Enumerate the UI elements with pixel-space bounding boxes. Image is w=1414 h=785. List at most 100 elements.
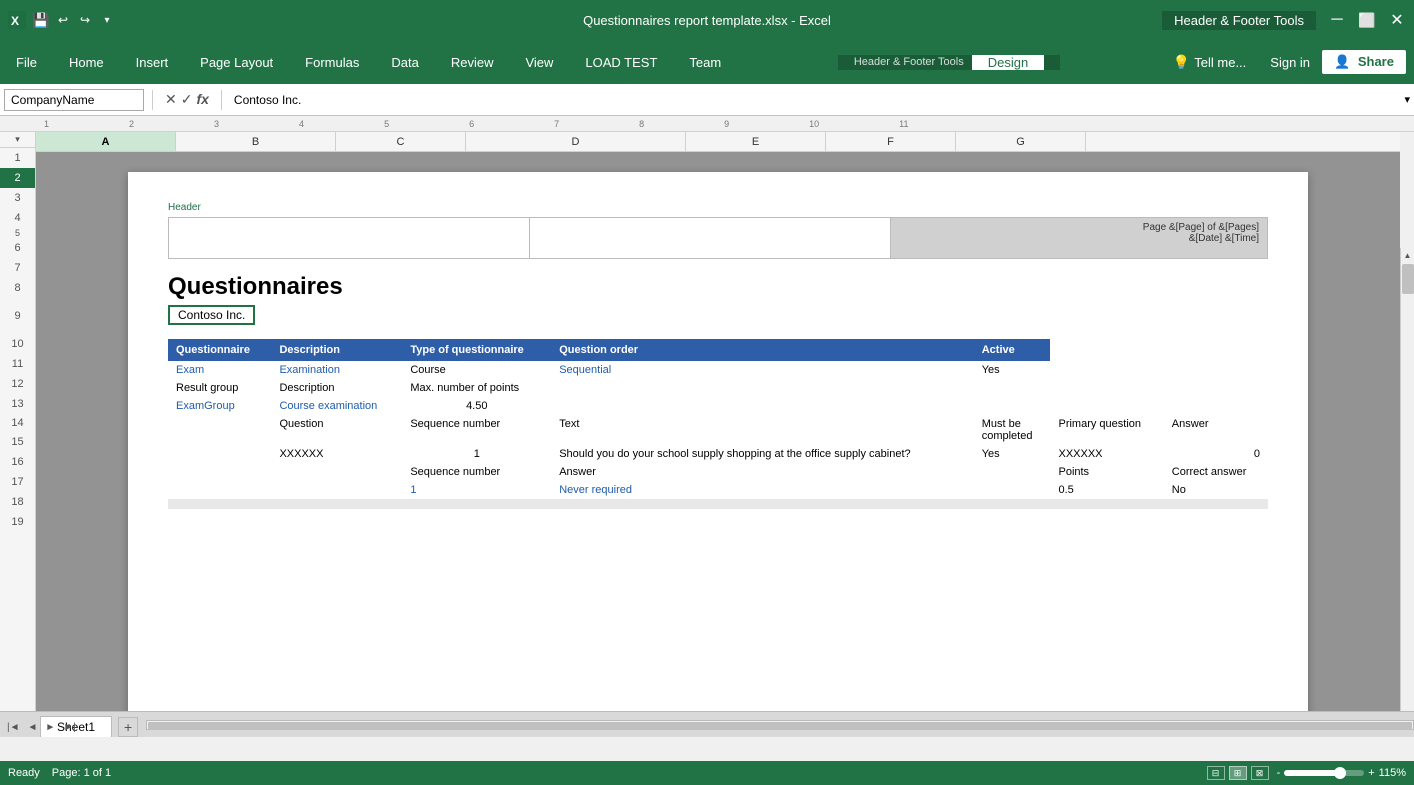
name-box[interactable] bbox=[4, 89, 144, 111]
tab-data[interactable]: Data bbox=[375, 55, 434, 70]
answer-seq-link[interactable]: 1 bbox=[410, 484, 416, 496]
col-header-g[interactable]: G bbox=[956, 132, 1086, 151]
zoom-in-btn[interactable]: + bbox=[1368, 767, 1374, 779]
sign-in-button[interactable]: Sign in bbox=[1258, 55, 1322, 70]
cell-examgroup-name[interactable]: ExamGroup bbox=[168, 397, 271, 415]
header-box-center[interactable] bbox=[530, 218, 891, 258]
col-header-a[interactable]: A bbox=[36, 132, 176, 151]
cell-exam-name[interactable]: Exam bbox=[168, 361, 271, 379]
row-num-15: 15 bbox=[0, 432, 36, 452]
header-box-right[interactable]: Page &[Page] of &[Pages] &[Date] &[Time] bbox=[891, 218, 1267, 258]
cell-adata-correct: No bbox=[1164, 481, 1268, 499]
examgroup-link[interactable]: ExamGroup bbox=[176, 400, 235, 412]
formula-expand-btn[interactable]: ▾ bbox=[1404, 93, 1410, 106]
sheet-next-btn[interactable]: ► bbox=[42, 722, 58, 733]
zoom-slider[interactable] bbox=[1284, 770, 1364, 776]
tab-file[interactable]: File bbox=[0, 55, 53, 70]
formula-confirm-btn[interactable]: ✓ bbox=[181, 91, 193, 108]
cell-exam-desc[interactable]: Examination bbox=[271, 361, 402, 379]
tab-design[interactable]: Design bbox=[972, 55, 1044, 70]
view-icons: ⊟ ⊞ ⊠ bbox=[1207, 766, 1269, 780]
row-num-7: 7 bbox=[0, 258, 36, 278]
tab-load-test[interactable]: LOAD TEST bbox=[569, 55, 673, 70]
row-num-4: 4 bbox=[0, 208, 36, 228]
formula-function-btn[interactable]: fx bbox=[196, 91, 208, 108]
row-numbers-area: ▾ 1 2 3 4 5 6 7 8 9 10 11 12 13 14 15 16 bbox=[0, 132, 36, 721]
zoom-out-btn[interactable]: - bbox=[1277, 767, 1281, 779]
col-header-c[interactable]: C bbox=[336, 132, 466, 151]
view-page-layout-btn[interactable]: ⊞ bbox=[1229, 766, 1247, 780]
table-row-answer-header: Sequence number Answer Points Correct an… bbox=[168, 463, 1268, 481]
contextual-tab-group-name: Header & Footer Tools bbox=[854, 56, 964, 68]
tab-view[interactable]: View bbox=[509, 55, 569, 70]
table-row-exam: Exam Examination Course Sequential Yes bbox=[168, 361, 1268, 379]
col-header-d[interactable]: D bbox=[466, 132, 686, 151]
col-header-e[interactable]: E bbox=[686, 132, 826, 151]
minimize-icon[interactable]: ─ bbox=[1328, 11, 1346, 29]
ruler-marks: 1 2 3 4 5 6 7 8 9 10 11 bbox=[36, 119, 1414, 129]
ruler-mark-9: 9 bbox=[724, 119, 729, 129]
never-required-link[interactable]: Never required bbox=[559, 484, 632, 496]
excel-page: Header Page &[Page] of &[Pages] &[Date] … bbox=[128, 172, 1308, 721]
sheet-prev-btn[interactable]: ◄ bbox=[25, 722, 41, 733]
scroll-thumb[interactable] bbox=[1402, 264, 1414, 294]
undo-icon[interactable]: ↩ bbox=[54, 11, 72, 29]
row-num-11: 11 bbox=[0, 354, 36, 374]
add-sheet-btn[interactable]: + bbox=[118, 717, 138, 737]
col-header-f[interactable]: F bbox=[826, 132, 956, 151]
tab-page-layout[interactable]: Page Layout bbox=[184, 55, 289, 70]
examination-link[interactable]: Examination bbox=[279, 364, 340, 376]
exam-link[interactable]: Exam bbox=[176, 364, 204, 376]
sheet-last-btn[interactable]: ►| bbox=[60, 722, 79, 733]
tab-scrollbar bbox=[146, 718, 1414, 732]
redo-icon[interactable]: ↪ bbox=[76, 11, 94, 29]
zoom-slider-thumb[interactable] bbox=[1334, 767, 1346, 779]
sheet-first-btn[interactable]: |◄ bbox=[4, 722, 23, 733]
th-active: Active bbox=[974, 339, 1051, 361]
tab-formulas[interactable]: Formulas bbox=[289, 55, 375, 70]
table-row-empty-18 bbox=[168, 569, 1268, 589]
select-all-btn[interactable]: ▾ bbox=[15, 134, 20, 145]
restore-icon[interactable]: ⬜ bbox=[1358, 11, 1376, 29]
zoom-slider-fill bbox=[1284, 770, 1340, 776]
scroll-up-btn[interactable]: ▲ bbox=[1401, 248, 1414, 262]
header-box-left[interactable] bbox=[169, 218, 530, 258]
formula-input[interactable] bbox=[230, 91, 1401, 109]
sequential-link[interactable]: Sequential bbox=[559, 364, 611, 376]
close-icon[interactable]: ✕ bbox=[1388, 11, 1406, 29]
cell-exam-order[interactable]: Sequential bbox=[551, 361, 974, 379]
cell-examgroup-empty1 bbox=[551, 397, 974, 415]
cell-qhdr-primaryq: Primary question bbox=[1050, 415, 1163, 445]
customize-icon[interactable]: ▾ bbox=[98, 11, 116, 29]
cell-ahdr-correct: Correct answer bbox=[1164, 463, 1268, 481]
ruler: 1 2 3 4 5 6 7 8 9 10 11 bbox=[0, 116, 1414, 132]
cell-empty-16 bbox=[168, 529, 1268, 549]
vertical-scrollbar[interactable]: ▲ ▼ bbox=[1400, 248, 1414, 721]
tab-home[interactable]: Home bbox=[53, 55, 120, 70]
col-header-b[interactable]: B bbox=[176, 132, 336, 151]
cell-adata-seqnum[interactable]: 1 bbox=[402, 481, 551, 499]
cell-exam-type: Course bbox=[402, 361, 551, 379]
row-num-5: 5 bbox=[0, 228, 36, 238]
cell-adata-answer[interactable]: Never required bbox=[551, 481, 974, 499]
cell-examgroup-desc[interactable]: Course examination bbox=[271, 397, 402, 415]
status-left: Ready Page: 1 of 1 bbox=[8, 767, 111, 779]
tell-me-box[interactable]: 💡 Tell me... bbox=[1161, 54, 1258, 71]
tab-team[interactable]: Team bbox=[673, 55, 737, 70]
page-view-container: Header Page &[Page] of &[Pages] &[Date] … bbox=[36, 152, 1400, 721]
table-row-empty-17 bbox=[168, 549, 1268, 569]
table-row-answer-data: 1 Never required 0.5 No bbox=[168, 481, 1268, 499]
course-exam-link[interactable]: Course examination bbox=[279, 400, 377, 412]
tab-review[interactable]: Review bbox=[435, 55, 510, 70]
save-icon[interactable]: 💾 bbox=[32, 11, 50, 29]
company-name-cell[interactable]: Contoso Inc. bbox=[168, 305, 255, 325]
share-button[interactable]: 👤 Share bbox=[1322, 50, 1406, 74]
view-page-break-btn[interactable]: ⊠ bbox=[1251, 766, 1269, 780]
formula-cancel-btn[interactable]: ✕ bbox=[165, 91, 177, 108]
row-num-13: 13 bbox=[0, 394, 36, 414]
view-normal-btn[interactable]: ⊟ bbox=[1207, 766, 1225, 780]
cell-ahdr-empty3 bbox=[974, 463, 1051, 481]
tab-insert[interactable]: Insert bbox=[120, 55, 185, 70]
cell-qhdr-text: Text bbox=[551, 415, 974, 445]
corner-cell: ▾ bbox=[0, 132, 35, 148]
